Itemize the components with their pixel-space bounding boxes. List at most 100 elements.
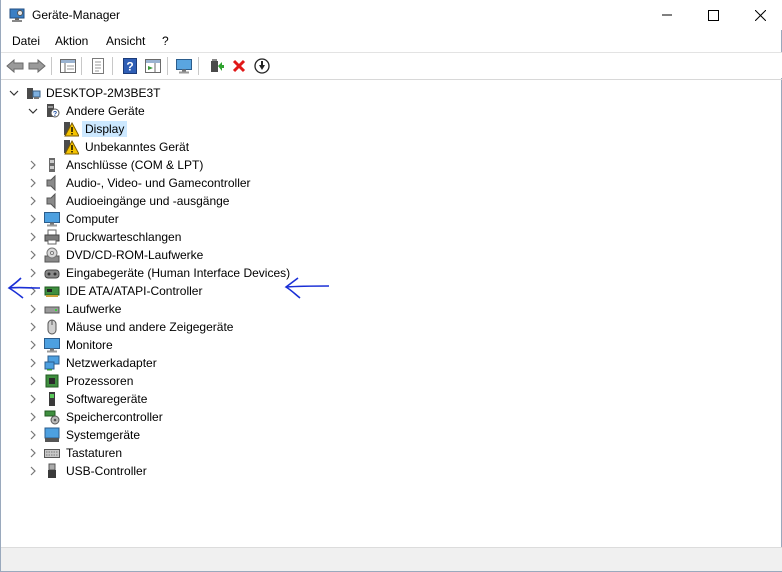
device-label: Display <box>82 121 128 137</box>
toolbar: ? <box>1 53 782 78</box>
close-button[interactable] <box>737 0 782 30</box>
optical-drive-icon <box>44 247 60 263</box>
chevron-down-icon[interactable] <box>28 106 38 116</box>
usb-plug-icon <box>48 463 56 478</box>
tree-category-monitors[interactable]: Monitore <box>1 336 401 354</box>
computer-name-label: DESKTOP-2M3BE3T <box>46 86 161 100</box>
tree-category-network[interactable]: Netzwerkadapter <box>1 354 401 372</box>
minimize-icon <box>662 14 672 16</box>
chevron-right-icon[interactable] <box>28 430 38 440</box>
menu-action[interactable]: Aktion <box>55 34 88 48</box>
chevron-right-icon[interactable] <box>28 394 38 404</box>
monitor-icon <box>44 212 60 227</box>
remove-x-icon <box>232 59 246 73</box>
input-device-icon <box>44 269 60 279</box>
chevron-right-icon[interactable] <box>28 448 38 458</box>
menu-help[interactable]: ? <box>162 34 169 48</box>
tree-category-ports[interactable]: Anschlüsse (COM & LPT) <box>1 156 401 174</box>
category-label: Audio-, Video- und Gamecontroller <box>66 176 251 190</box>
tree-category-usb[interactable]: USB-Controller <box>1 462 401 480</box>
chevron-right-icon[interactable] <box>28 304 38 314</box>
chevron-right-icon[interactable] <box>28 358 38 368</box>
tree-category-keyboards[interactable]: Tastaturen <box>1 444 401 462</box>
chevron-right-icon[interactable] <box>28 214 38 224</box>
tree-device-unknown[interactable]: Unbekanntes Gerät <box>1 138 401 156</box>
toolbar-separator <box>167 57 168 75</box>
tree-device-display[interactable]: Display <box>1 120 401 138</box>
tree-category-processors[interactable]: Prozessoren <box>1 372 401 390</box>
category-label: Mäuse und andere Zeigegeräte <box>66 320 234 334</box>
minimize-button[interactable] <box>644 0 690 30</box>
enable-device-button[interactable] <box>252 56 272 76</box>
tree-category-system-devices[interactable]: Systemgeräte <box>1 426 401 444</box>
category-label: USB-Controller <box>66 464 147 478</box>
uninstall-device-button[interactable] <box>229 56 249 76</box>
menu-bar: Datei Aktion Ansicht ? <box>1 31 782 51</box>
action-pane-icon <box>145 59 161 73</box>
tree-category-audio-video-game[interactable]: Audio-, Video- und Gamecontroller <box>1 174 401 192</box>
menu-view[interactable]: Ansicht <box>106 34 145 48</box>
chevron-right-icon[interactable] <box>28 376 38 386</box>
chevron-right-icon[interactable] <box>28 160 38 170</box>
annotation-arrow-left-icon <box>7 277 41 299</box>
chevron-right-icon[interactable] <box>28 412 38 422</box>
tree-category-ide-ata[interactable]: IDE ATA/ATAPI-Controller <box>1 282 401 300</box>
tree-category-drives[interactable]: Laufwerke <box>1 300 401 318</box>
system-device-icon <box>44 427 60 442</box>
update-driver-button[interactable] <box>206 56 226 76</box>
chevron-right-icon[interactable] <box>28 340 38 350</box>
toolbar-separator <box>81 57 82 75</box>
printer-icon <box>44 229 60 245</box>
port-connector-icon <box>49 158 55 172</box>
warning-device-icon <box>64 139 79 155</box>
category-label: Anschlüsse (COM & LPT) <box>66 158 204 172</box>
category-label: Laufwerke <box>66 302 122 316</box>
toolbar-divider <box>1 79 782 80</box>
category-label: DVD/CD-ROM-Laufwerke <box>66 248 204 262</box>
menu-file[interactable]: Datei <box>12 34 40 48</box>
category-label: IDE ATA/ATAPI-Controller <box>66 284 203 298</box>
show-hide-console-tree-button[interactable] <box>58 56 78 76</box>
properties-button[interactable] <box>88 56 108 76</box>
software-device-icon <box>49 392 55 406</box>
chevron-right-icon[interactable] <box>28 232 38 242</box>
forward-arrow-icon <box>28 59 46 73</box>
network-adapter-icon <box>44 355 60 371</box>
annotation-arrow-right-icon <box>284 277 330 299</box>
tree-category-hid[interactable]: Eingabegeräte (Human Interface Devices) <box>1 264 401 282</box>
tree-category-other-devices[interactable]: ? Andere Geräte <box>1 102 401 120</box>
category-label: Speichercontroller <box>66 410 163 424</box>
back-button[interactable] <box>5 56 25 76</box>
back-arrow-icon <box>6 59 24 73</box>
close-icon <box>754 9 766 21</box>
device-tree: DESKTOP-2M3BE3T ? Andere Geräte Display <box>1 82 781 547</box>
svg-text:?: ? <box>126 60 133 74</box>
speaker-icon <box>46 193 56 209</box>
tree-category-software-devices[interactable]: Softwaregeräte <box>1 390 401 408</box>
category-label: Andere Geräte <box>66 104 145 118</box>
forward-button[interactable] <box>27 56 47 76</box>
action-pane-button[interactable] <box>143 56 163 76</box>
tree-category-computer[interactable]: Computer <box>1 210 401 228</box>
tree-category-storage-controllers[interactable]: Speichercontroller <box>1 408 401 426</box>
tree-category-print-queues[interactable]: Druckwarteschlangen <box>1 228 401 246</box>
device-manager-app-icon <box>9 8 25 22</box>
chevron-right-icon[interactable] <box>28 322 38 332</box>
tree-category-mice[interactable]: Mäuse und andere Zeigegeräte <box>1 318 401 336</box>
chevron-right-icon[interactable] <box>28 196 38 206</box>
title-bar[interactable]: Geräte-Manager <box>1 0 782 30</box>
tree-category-dvd-cd[interactable]: DVD/CD-ROM-Laufwerke <box>1 246 401 264</box>
disk-drive-icon <box>44 306 60 314</box>
maximize-button[interactable] <box>690 0 736 30</box>
chevron-down-icon[interactable] <box>9 88 19 98</box>
scan-hardware-button[interactable] <box>174 56 194 76</box>
category-label: Prozessoren <box>66 374 134 388</box>
chevron-right-icon[interactable] <box>28 466 38 476</box>
tree-root-node[interactable]: DESKTOP-2M3BE3T <box>1 84 401 102</box>
chevron-right-icon[interactable] <box>28 250 38 260</box>
status-bar <box>1 547 782 571</box>
maximize-icon <box>707 9 719 21</box>
tree-category-audio-io[interactable]: Audioeingänge und -ausgänge <box>1 192 401 210</box>
help-button[interactable]: ? <box>120 56 140 76</box>
chevron-right-icon[interactable] <box>28 178 38 188</box>
